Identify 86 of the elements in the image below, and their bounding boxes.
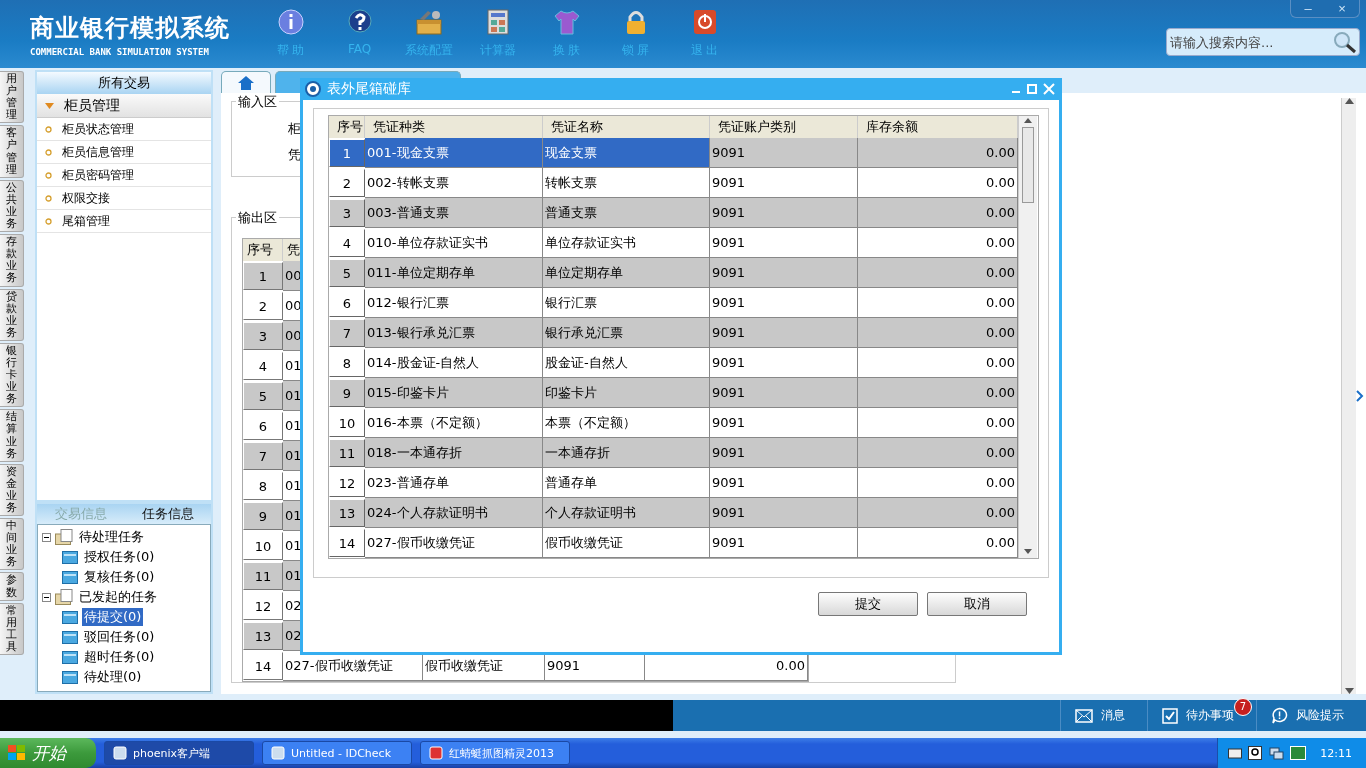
row-number: 9 xyxy=(243,502,283,530)
table-cell: 0.00 xyxy=(858,438,1018,468)
table-cell: 012-银行汇票 xyxy=(365,288,543,318)
row-number: 13 xyxy=(243,622,283,650)
table-cell: 一本通存折 xyxy=(543,438,710,468)
table-cell: 现金支票 xyxy=(543,138,710,168)
table-cell: 个人存款证明书 xyxy=(543,498,710,528)
column-header: 序号 xyxy=(329,116,365,138)
table-cell: 0.00 xyxy=(858,318,1018,348)
table-cell: 010-单位存款证实书 xyxy=(365,228,543,258)
row-number: 4 xyxy=(243,352,283,380)
row-number: 11 xyxy=(243,562,283,590)
table-cell: 9091 xyxy=(710,528,858,558)
table-cell: 9091 xyxy=(710,258,858,288)
row-number: 14 xyxy=(243,652,283,680)
table-cell: 银行承兑汇票 xyxy=(543,318,710,348)
row-number: 8 xyxy=(243,472,283,500)
column-header: 库存余额 xyxy=(858,116,1018,138)
row-number: 6 xyxy=(243,412,283,440)
column-header: 凭证种类 xyxy=(365,116,543,138)
table-cell: 0.00 xyxy=(858,138,1018,168)
table-cell: 9091 xyxy=(710,378,858,408)
table-cell: 0.00 xyxy=(858,258,1018,288)
table-cell: 9091 xyxy=(710,288,858,318)
table-cell: 0.00 xyxy=(858,378,1018,408)
table-cell: 假币收缴凭证 xyxy=(543,528,710,558)
table-cell: 本票（不定额） xyxy=(543,408,710,438)
table-cell: 002-转帐支票 xyxy=(365,168,543,198)
table-cell: 9091 xyxy=(710,198,858,228)
table-cell: 016-本票（不定额） xyxy=(365,408,543,438)
table-cell: 银行汇票 xyxy=(543,288,710,318)
row-number: 5 xyxy=(243,382,283,410)
column-header: 凭证名称 xyxy=(543,116,710,138)
table-cell: 转帐支票 xyxy=(543,168,710,198)
table-cell: 0.00 xyxy=(858,498,1018,528)
section-legend: 输出区 xyxy=(236,209,279,227)
row-number: 3 xyxy=(243,322,283,350)
table-cell: 018-一本通存折 xyxy=(365,438,543,468)
table-cell: 9091 xyxy=(710,408,858,438)
table-cell: 013-银行承兑汇票 xyxy=(365,318,543,348)
row-number: 1 xyxy=(243,262,283,290)
table-cell: 0.00 xyxy=(858,198,1018,228)
app-subtitle: COMMERCIAL BANK SIMULATION SYSTEM xyxy=(30,46,210,57)
table-cell: 普通存单 xyxy=(543,468,710,498)
count-badge: 7 xyxy=(1234,698,1252,716)
table-cell: 单位存款证实书 xyxy=(543,228,710,258)
table-cell: 003-普通支票 xyxy=(365,198,543,228)
table-cell: 9091 xyxy=(710,498,858,528)
table-cell: 9091 xyxy=(710,138,858,168)
table-cell: 9091 xyxy=(710,228,858,258)
table-cell: 单位定期存单 xyxy=(543,258,710,288)
table-cell: 0.00 xyxy=(858,168,1018,198)
app-title: 商业银行模拟系统 xyxy=(30,12,231,44)
table-cell: 014-股金证-自然人 xyxy=(365,348,543,378)
table-cell: 024-个人存款证明书 xyxy=(365,498,543,528)
table-cell: 0.00 xyxy=(858,528,1018,558)
table-cell: 023-普通存单 xyxy=(365,468,543,498)
table-cell: 0.00 xyxy=(858,408,1018,438)
table-cell: 015-印鉴卡片 xyxy=(365,378,543,408)
table-cell: 027-假币收缴凭证 xyxy=(365,528,543,558)
row-number: 2 xyxy=(243,292,283,320)
row-number: 12 xyxy=(243,592,283,620)
clock: 12:11 xyxy=(1320,746,1352,760)
table-cell: 9091 xyxy=(710,438,858,468)
table-cell: 9091 xyxy=(710,468,858,498)
column-header: 序号 xyxy=(243,239,283,261)
table-cell: 011-单位定期存单 xyxy=(365,258,543,288)
field-label: 凭 xyxy=(288,146,301,164)
table-cell: 股金证-自然人 xyxy=(543,348,710,378)
table-cell: 001-现金支票 xyxy=(365,138,543,168)
table-cell: 9091 xyxy=(710,318,858,348)
row-number: 7 xyxy=(243,442,283,470)
table-cell: 0.00 xyxy=(858,228,1018,258)
section-legend: 输入区 xyxy=(236,93,279,111)
table-cell: 9091 xyxy=(710,168,858,198)
table-cell: 0.00 xyxy=(858,348,1018,378)
table-cell: 0.00 xyxy=(858,288,1018,318)
table-cell: 普通支票 xyxy=(543,198,710,228)
field-label: 柜 xyxy=(288,120,301,138)
sidebar-title: 所有交易 xyxy=(37,72,211,94)
column-header: 凭证账户类别 xyxy=(710,116,858,138)
row-number: 10 xyxy=(243,532,283,560)
dialog-title: 表外尾箱碰库 xyxy=(327,80,411,98)
table-cell: 9091 xyxy=(710,348,858,378)
table-cell: 印鉴卡片 xyxy=(543,378,710,408)
table-cell: 0.00 xyxy=(858,468,1018,498)
